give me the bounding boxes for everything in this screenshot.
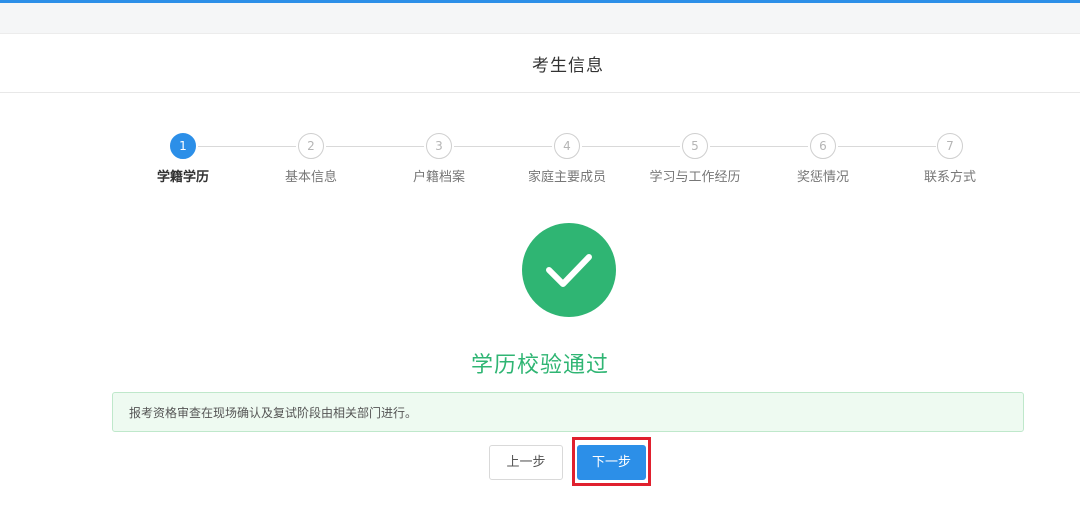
step-label: 学习与工作经历 xyxy=(649,170,741,185)
step-label: 联系方式 xyxy=(923,170,976,185)
notice-text: 报考资格审查在现场确认及复试阶段由相关部门进行。 xyxy=(129,405,418,420)
step-number: 1 xyxy=(170,133,196,159)
notice-banner: 报考资格审查在现场确认及复试阶段由相关部门进行。 xyxy=(112,392,1024,432)
step-2: 2 基本信息 xyxy=(251,133,371,185)
step-label: 学籍学历 xyxy=(156,170,209,185)
step-number: 6 xyxy=(810,133,836,159)
step-number: 3 xyxy=(426,133,452,159)
step-progress: 1 学籍学历 2 基本信息 3 户籍档案 4 家庭主要成员 5 学习与工作经历 … xyxy=(0,0,1080,200)
step-number: 4 xyxy=(554,133,580,159)
verification-result-message: 学历校验通过 xyxy=(470,353,609,378)
step-5: 5 学习与工作经历 xyxy=(635,133,755,185)
step-label: 家庭主要成员 xyxy=(527,170,606,185)
step-7: 7 联系方式 xyxy=(890,133,1010,185)
step-1: 1 学籍学历 xyxy=(123,133,243,185)
step-4: 4 家庭主要成员 xyxy=(507,133,627,185)
step-3: 3 户籍档案 xyxy=(379,133,499,185)
step-number: 5 xyxy=(682,133,708,159)
prev-step-button[interactable]: 上一步 xyxy=(489,445,563,480)
next-step-button[interactable]: 下一步 xyxy=(577,445,646,480)
step-label: 奖惩情况 xyxy=(796,170,849,185)
step-number: 2 xyxy=(298,133,324,159)
step-label: 户籍档案 xyxy=(412,170,465,185)
check-circle-icon xyxy=(522,223,616,317)
step-6: 6 奖惩情况 xyxy=(763,133,883,185)
exam-info-page: 考生信息 1 学籍学历 2 基本信息 3 户籍档案 4 家庭主要成员 5 学习与… xyxy=(0,0,1080,525)
step-number: 7 xyxy=(937,133,963,159)
step-label: 基本信息 xyxy=(284,170,337,185)
